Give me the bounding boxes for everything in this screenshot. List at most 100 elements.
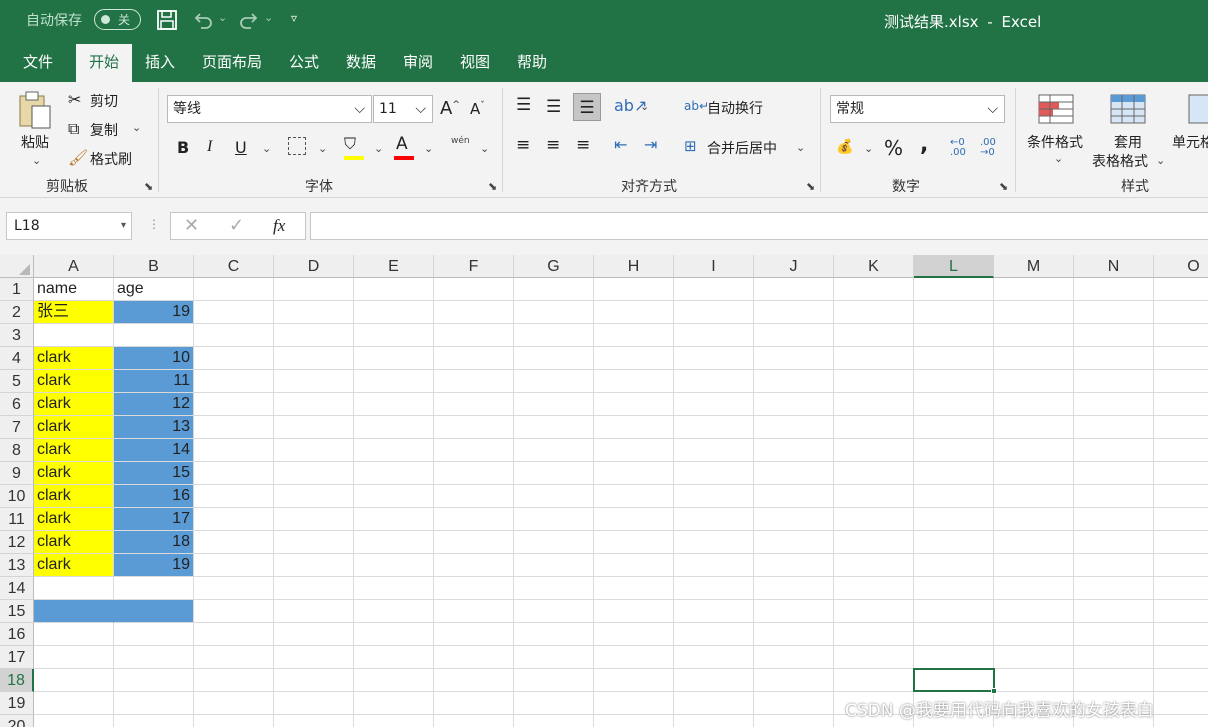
- cell-o14[interactable]: [1154, 577, 1208, 600]
- cell-e6[interactable]: [354, 393, 434, 416]
- align-left-icon[interactable]: ≡: [516, 135, 530, 155]
- cell-c2[interactable]: [194, 301, 274, 324]
- cell-a2[interactable]: 张三: [34, 301, 114, 324]
- cell-n11[interactable]: [1074, 508, 1154, 531]
- cell-j10[interactable]: [754, 485, 834, 508]
- cell-h17[interactable]: [594, 646, 674, 669]
- decrease-indent-icon[interactable]: ⇤: [614, 135, 627, 154]
- cell-d19[interactable]: [274, 692, 354, 715]
- cell-a3[interactable]: [34, 324, 114, 347]
- column-header-k[interactable]: K: [834, 255, 914, 278]
- cell-c20[interactable]: [194, 715, 274, 727]
- cell-e3[interactable]: [354, 324, 434, 347]
- cell-n10[interactable]: [1074, 485, 1154, 508]
- cell-j13[interactable]: [754, 554, 834, 577]
- cell-k16[interactable]: [834, 623, 914, 646]
- cell-f6[interactable]: [434, 393, 514, 416]
- cell-b5[interactable]: 11: [114, 370, 194, 393]
- cell-h5[interactable]: [594, 370, 674, 393]
- cell-j16[interactable]: [754, 623, 834, 646]
- cell-n2[interactable]: [1074, 301, 1154, 324]
- cell-f18[interactable]: [434, 669, 514, 692]
- align-center-icon[interactable]: ≡: [546, 135, 560, 155]
- accounting-icon[interactable]: 💰: [836, 139, 853, 155]
- cell-o17[interactable]: [1154, 646, 1208, 669]
- cell-k1[interactable]: [834, 278, 914, 301]
- cell-n17[interactable]: [1074, 646, 1154, 669]
- cell-m17[interactable]: [994, 646, 1074, 669]
- cell-e13[interactable]: [354, 554, 434, 577]
- cell-k3[interactable]: [834, 324, 914, 347]
- cell-e5[interactable]: [354, 370, 434, 393]
- cell-k2[interactable]: [834, 301, 914, 324]
- cell-g12[interactable]: [514, 531, 594, 554]
- cell-l16[interactable]: [914, 623, 994, 646]
- cell-c1[interactable]: [194, 278, 274, 301]
- merge-center-button[interactable]: ⊞ 合并后居中 ⌄: [684, 137, 805, 159]
- cell-e10[interactable]: [354, 485, 434, 508]
- cell-b4[interactable]: 10: [114, 347, 194, 370]
- cell-b12[interactable]: 18: [114, 531, 194, 554]
- row-header-3[interactable]: 3: [0, 324, 34, 347]
- cell-g17[interactable]: [514, 646, 594, 669]
- cell-i15[interactable]: [674, 600, 754, 623]
- decrease-font-icon[interactable]: Aˇ: [470, 100, 485, 118]
- cell-h14[interactable]: [594, 577, 674, 600]
- cell-a16[interactable]: [34, 623, 114, 646]
- cell-b17[interactable]: [114, 646, 194, 669]
- cell-d14[interactable]: [274, 577, 354, 600]
- cell-c9[interactable]: [194, 462, 274, 485]
- column-header-i[interactable]: I: [674, 255, 754, 278]
- cell-j3[interactable]: [754, 324, 834, 347]
- row-header-16[interactable]: 16: [0, 623, 34, 646]
- row-header-12[interactable]: 12: [0, 531, 34, 554]
- row-header-2[interactable]: 2: [0, 301, 34, 324]
- cell-i13[interactable]: [674, 554, 754, 577]
- cell-i1[interactable]: [674, 278, 754, 301]
- cell-g19[interactable]: [514, 692, 594, 715]
- cell-l11[interactable]: [914, 508, 994, 531]
- cell-o8[interactable]: [1154, 439, 1208, 462]
- cell-k4[interactable]: [834, 347, 914, 370]
- cell-g11[interactable]: [514, 508, 594, 531]
- cell-e9[interactable]: [354, 462, 434, 485]
- cell-i5[interactable]: [674, 370, 754, 393]
- cell-i2[interactable]: [674, 301, 754, 324]
- tab-file[interactable]: 文件: [14, 44, 62, 82]
- cell-o1[interactable]: [1154, 278, 1208, 301]
- cell-d8[interactable]: [274, 439, 354, 462]
- cell-o2[interactable]: [1154, 301, 1208, 324]
- cell-e20[interactable]: [354, 715, 434, 727]
- cell-i12[interactable]: [674, 531, 754, 554]
- cell-a6[interactable]: clark: [34, 393, 114, 416]
- cell-j11[interactable]: [754, 508, 834, 531]
- cell-n14[interactable]: [1074, 577, 1154, 600]
- cell-c8[interactable]: [194, 439, 274, 462]
- cell-m15[interactable]: [994, 600, 1074, 623]
- cell-b11[interactable]: 17: [114, 508, 194, 531]
- cell-g7[interactable]: [514, 416, 594, 439]
- cell-k17[interactable]: [834, 646, 914, 669]
- cell-b18[interactable]: [114, 669, 194, 692]
- cell-b3[interactable]: [114, 324, 194, 347]
- tab-home[interactable]: 开始: [76, 44, 132, 82]
- cell-m3[interactable]: [994, 324, 1074, 347]
- cell-g3[interactable]: [514, 324, 594, 347]
- cell-o10[interactable]: [1154, 485, 1208, 508]
- tab-insert[interactable]: 插入: [136, 44, 184, 82]
- cell-f3[interactable]: [434, 324, 514, 347]
- column-header-g[interactable]: G: [514, 255, 594, 278]
- column-header-a[interactable]: A: [34, 255, 114, 278]
- cell-c12[interactable]: [194, 531, 274, 554]
- fill-dropdown-icon[interactable]: ⌄: [374, 142, 383, 155]
- cell-m5[interactable]: [994, 370, 1074, 393]
- row-header-9[interactable]: 9: [0, 462, 34, 485]
- cell-a8[interactable]: clark: [34, 439, 114, 462]
- cell-c13[interactable]: [194, 554, 274, 577]
- cell-a15[interactable]: [34, 600, 114, 623]
- cell-b15[interactable]: [114, 600, 194, 623]
- cell-j5[interactable]: [754, 370, 834, 393]
- cell-o19[interactable]: [1154, 692, 1208, 715]
- cell-a7[interactable]: clark: [34, 416, 114, 439]
- cell-j1[interactable]: [754, 278, 834, 301]
